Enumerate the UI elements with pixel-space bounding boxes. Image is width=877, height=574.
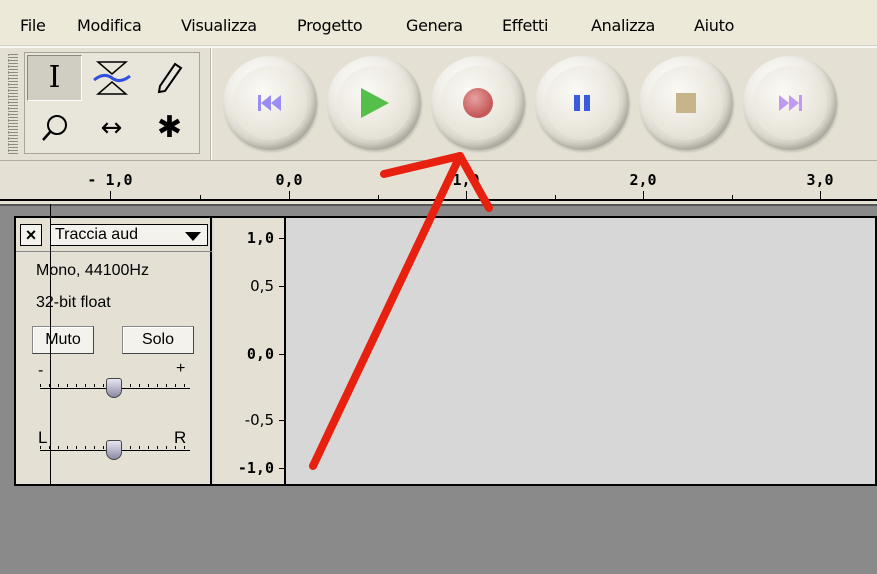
annotation-arrow: [309, 152, 493, 470]
